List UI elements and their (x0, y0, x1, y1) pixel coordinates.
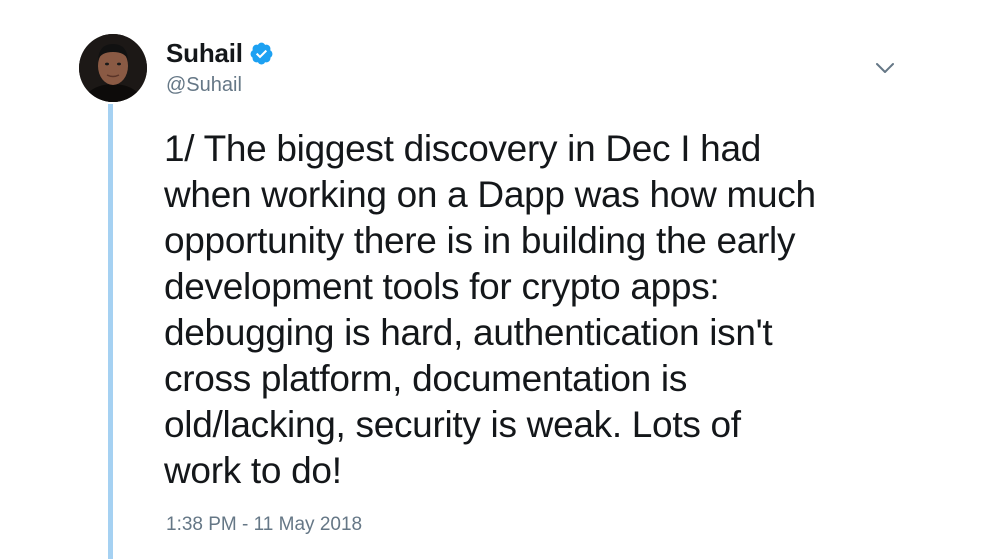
tweet-card: Suhail @Suhail 1/ The biggest discovery … (0, 0, 1000, 559)
avatar[interactable] (79, 34, 147, 102)
verified-badge-icon (249, 41, 274, 66)
tweet-timestamp[interactable]: 1:38 PM - 11 May 2018 (166, 514, 362, 536)
author-name-row: Suhail (166, 36, 274, 70)
display-name[interactable]: Suhail (166, 38, 243, 69)
tweet-text: 1/ The biggest discovery in Dec I had wh… (164, 128, 816, 491)
chevron-down-icon[interactable] (874, 60, 896, 76)
thread-connector-line (108, 104, 113, 559)
person-avatar-icon (79, 34, 147, 102)
user-handle[interactable]: @Suhail (166, 74, 242, 97)
